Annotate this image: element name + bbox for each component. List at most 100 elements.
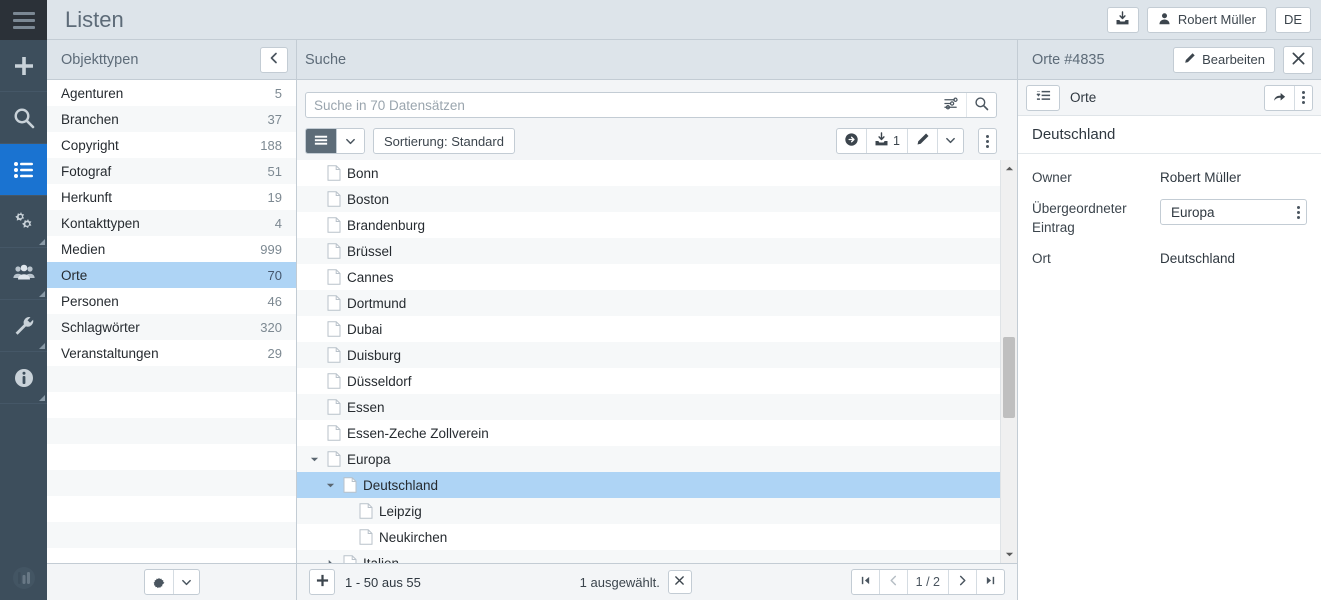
view-mode-toggle[interactable] [305, 128, 365, 154]
next-page-button[interactable] [948, 570, 976, 594]
scroll-up-button[interactable] [1001, 160, 1017, 177]
record-row[interactable]: Duisburg [297, 342, 1000, 368]
top-bar: Listen Robert Müller DE [47, 0, 1321, 40]
refresh-arrow-button[interactable] [837, 129, 866, 153]
list-scrollbar[interactable] [1000, 160, 1017, 563]
vertical-dots-icon [979, 129, 996, 153]
object-types-filler [47, 366, 296, 563]
scrollbar-thumb[interactable] [1003, 337, 1015, 418]
close-detail-button[interactable] [1283, 45, 1313, 74]
clear-selection-button[interactable] [667, 570, 692, 594]
detail-field: Owner Robert Müller [1032, 168, 1307, 187]
object-type-item[interactable]: Agenturen 5 [47, 80, 296, 106]
object-type-item[interactable]: Copyright 188 [47, 132, 296, 158]
record-label: Brandenburg [347, 217, 426, 233]
hamburger-menu-button[interactable] [0, 0, 47, 40]
record-row[interactable]: Brüssel [297, 238, 1000, 264]
search-submit-button[interactable] [966, 93, 996, 117]
sort-button[interactable]: Sortierung: Standard [373, 128, 515, 154]
object-type-item[interactable]: Branchen 37 [47, 106, 296, 132]
add-record-button[interactable] [309, 569, 335, 595]
object-type-count: 70 [267, 267, 282, 283]
rail-item-tools[interactable] [0, 300, 47, 352]
object-type-item[interactable]: Personen 46 [47, 288, 296, 314]
rail-item-search[interactable] [0, 92, 47, 144]
rail-item-settings[interactable] [0, 196, 47, 248]
empty-row [47, 522, 296, 548]
types-settings-button[interactable] [143, 569, 200, 595]
object-type-item[interactable]: Fotograf 51 [47, 158, 296, 184]
edit-button[interactable] [907, 129, 937, 153]
page-indicator[interactable]: 1 / 2 [906, 570, 948, 594]
record-row[interactable]: Bonn [297, 160, 1000, 186]
edit-dropdown-button[interactable] [937, 129, 963, 153]
downloads-button[interactable] [1106, 6, 1139, 33]
object-type-item[interactable]: Orte 70 [47, 262, 296, 288]
record-row[interactable]: Düsseldorf [297, 368, 1000, 394]
tree-expanded-caret-icon[interactable] [321, 481, 339, 490]
edit-record-button[interactable]: Bearbeiten [1173, 46, 1275, 73]
info-icon [12, 366, 36, 390]
object-type-label: Orte [61, 267, 88, 283]
form-view-button[interactable] [1026, 84, 1060, 111]
parent-entry-chip[interactable]: Europa [1160, 199, 1307, 225]
tree-expanded-caret-icon[interactable] [305, 455, 323, 464]
record-row[interactable]: Deutschland [297, 472, 1000, 498]
search-list-panel: Suche Suche in 70 Datensätzen Sortierung… [297, 40, 1018, 600]
last-page-button[interactable] [976, 570, 1004, 594]
rail-item-users[interactable] [0, 248, 47, 300]
object-type-count: 5 [274, 85, 282, 101]
vertical-dots-icon[interactable] [1297, 205, 1300, 219]
list-overflow-button[interactable] [978, 128, 997, 154]
object-types-panel: Objekttypen Agenturen 5 Branchen 37 Copyrigh… [47, 40, 297, 600]
list-view-icon[interactable] [306, 129, 336, 153]
object-type-item[interactable]: Kontakttypen 4 [47, 210, 296, 236]
object-types-header: Objekttypen [47, 40, 296, 80]
object-type-label: Veranstaltungen [61, 345, 159, 361]
object-type-item[interactable]: Schlagwörter 320 [47, 314, 296, 340]
collapse-panel-button[interactable] [260, 46, 288, 73]
view-mode-chevron-down-icon[interactable] [336, 129, 364, 153]
import-button[interactable]: 1 [866, 129, 907, 153]
record-list: Bonn Boston Brandenburg Brüssel Cannes Dortmu… [297, 160, 1000, 563]
object-type-item[interactable]: Medien 999 [47, 236, 296, 262]
object-type-count: 188 [260, 137, 282, 153]
detail-overflow-button[interactable] [1294, 85, 1312, 110]
scroll-down-button[interactable] [1001, 546, 1017, 563]
record-row[interactable]: Neukirchen [297, 524, 1000, 550]
rail-item-lists[interactable] [0, 144, 47, 196]
record-row[interactable]: Leipzig [297, 498, 1000, 524]
user-menu-button[interactable]: Robert Müller [1146, 6, 1267, 33]
prev-page-button[interactable] [878, 570, 907, 594]
object-type-item[interactable]: Veranstaltungen 29 [47, 340, 296, 366]
search-field-wrap [305, 92, 997, 118]
record-row[interactable]: Boston [297, 186, 1000, 212]
filter-sliders-button[interactable] [936, 93, 966, 117]
object-type-item[interactable]: Herkunft 19 [47, 184, 296, 210]
search-input[interactable] [306, 93, 936, 117]
language-button[interactable]: DE [1274, 6, 1311, 33]
submenu-corner-icon [39, 343, 45, 349]
chevron-right-icon [957, 575, 968, 589]
record-row[interactable]: Europa [297, 446, 1000, 472]
chevron-left-icon [888, 575, 899, 589]
rail-item-info[interactable] [0, 352, 47, 404]
document-icon [323, 321, 345, 337]
record-row[interactable]: Brandenburg [297, 212, 1000, 238]
record-row[interactable]: Dubai [297, 316, 1000, 342]
record-row[interactable]: Dortmund [297, 290, 1000, 316]
tree-collapsed-caret-icon[interactable] [321, 559, 339, 563]
object-type-count: 4 [274, 215, 282, 231]
rail-item-add[interactable] [0, 40, 47, 92]
empty-row [47, 392, 296, 418]
detail-field-value: Deutschland [1160, 251, 1236, 266]
record-row[interactable]: Cannes [297, 264, 1000, 290]
record-row[interactable]: Essen [297, 394, 1000, 420]
record-row[interactable]: Italien [297, 550, 1000, 563]
detail-record-type: Orte [1070, 90, 1097, 105]
share-button[interactable] [1265, 86, 1294, 110]
top-bar-actions: Robert Müller DE [1106, 6, 1311, 33]
record-row[interactable]: Essen-Zeche Zollverein [297, 420, 1000, 446]
record-label: Cannes [347, 269, 394, 285]
first-page-button[interactable] [852, 570, 879, 594]
